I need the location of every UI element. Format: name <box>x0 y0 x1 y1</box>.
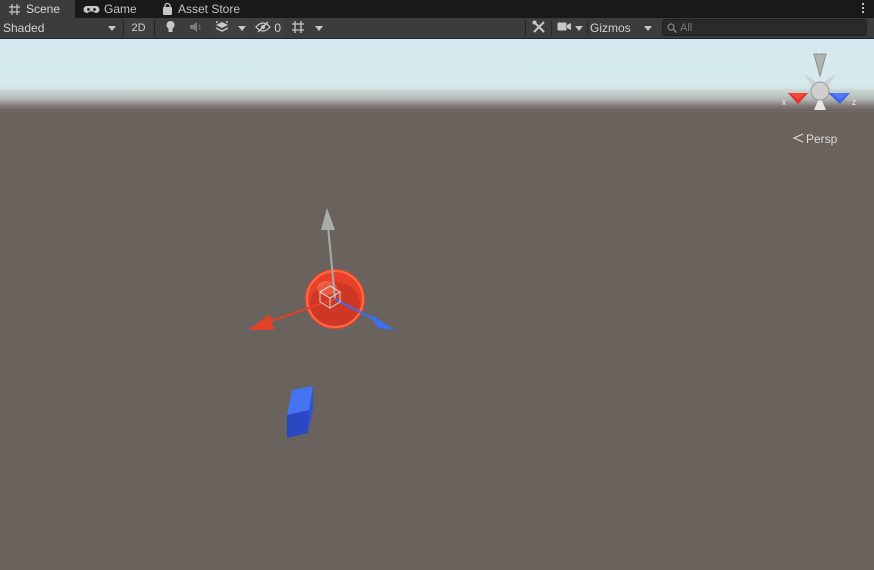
eye-slash-icon <box>255 21 271 36</box>
draw-mode-dropdown[interactable]: Shaded <box>0 18 122 38</box>
scene-toolbar: Shaded 2D 0 Gizmos All <box>0 18 874 39</box>
divider <box>525 20 526 36</box>
chevron-down-icon <box>238 25 246 31</box>
divider <box>587 20 588 36</box>
gizmo-x-label: x <box>782 97 787 107</box>
gizmo-y-cone[interactable] <box>813 53 827 78</box>
gizmo-center-cube[interactable] <box>810 81 830 101</box>
gizmo-z-label: z <box>852 97 857 107</box>
2d-toggle-label: 2D <box>131 22 146 34</box>
lighting-toggle-button[interactable] <box>158 18 182 38</box>
projection-label: Persp <box>806 132 838 146</box>
2d-toggle-button[interactable]: 2D <box>125 18 152 38</box>
projection-toggle[interactable]: Persp <box>792 132 838 146</box>
speaker-icon <box>189 21 203 36</box>
chevron-down-icon <box>108 25 116 31</box>
gizmo-z-cone[interactable] <box>828 93 850 104</box>
layers-effects-icon <box>214 20 230 37</box>
gizmo-x-cone[interactable] <box>788 93 808 104</box>
tab-game-label: Game <box>104 2 137 16</box>
audio-toggle-button[interactable] <box>184 18 208 38</box>
grid-snap-icon <box>291 20 305 37</box>
camera-icon <box>557 21 572 35</box>
hidden-objects-toggle[interactable]: 0 <box>252 18 284 38</box>
gizmos-dropdown[interactable]: Gizmos <box>590 18 656 38</box>
move-tool-handles[interactable] <box>240 204 410 344</box>
orientation-gizmo[interactable]: y x z <box>776 44 866 124</box>
tab-scene[interactable]: Scene <box>0 0 75 18</box>
divider <box>551 20 552 36</box>
hidden-count: 0 <box>274 21 281 35</box>
grid-icon <box>8 3 21 16</box>
camera-settings-dropdown[interactable] <box>554 18 586 38</box>
more-options-icon[interactable] <box>860 1 866 15</box>
search-icon <box>667 22 677 33</box>
tools-icon <box>532 20 546 37</box>
shopping-bag-icon <box>162 2 173 16</box>
lightbulb-icon <box>165 20 176 37</box>
tab-asset-store[interactable]: Asset Store <box>154 0 254 18</box>
tab-game[interactable]: Game <box>76 0 154 18</box>
tab-asset-store-label: Asset Store <box>178 2 241 16</box>
chevron-down-icon <box>315 25 323 31</box>
effects-dropdown[interactable] <box>210 18 250 38</box>
gamepad-icon <box>83 3 100 16</box>
scene-viewport[interactable]: y x z Persp <box>0 39 874 570</box>
blue-cube[interactable] <box>282 384 322 440</box>
tab-scene-label: Scene <box>26 2 61 16</box>
chevron-down-icon <box>575 25 583 31</box>
perspective-icon <box>792 132 804 146</box>
draw-mode-label: Shaded <box>3 21 45 35</box>
divider <box>123 20 124 36</box>
gizmo-y-label: y <box>818 44 823 54</box>
horizon <box>0 89 874 111</box>
tab-bar: Scene Game Asset Store <box>0 0 874 18</box>
tools-toggle-button[interactable] <box>528 18 550 38</box>
search-input[interactable] <box>680 21 860 34</box>
grid-snap-dropdown[interactable] <box>287 18 327 38</box>
chevron-down-icon <box>644 25 652 31</box>
scene-search-field[interactable] <box>662 19 867 36</box>
gizmos-label: Gizmos <box>590 21 631 35</box>
divider <box>154 20 155 36</box>
